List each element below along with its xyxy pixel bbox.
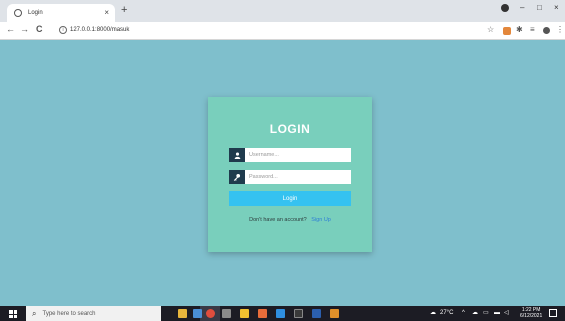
avatar[interactable] bbox=[543, 27, 550, 34]
reload-button[interactable]: C bbox=[36, 25, 43, 34]
username-field bbox=[229, 148, 351, 162]
window-close-button[interactable]: × bbox=[554, 4, 559, 12]
taskbar-clock[interactable]: 1:22 PM 6/12/2021 bbox=[520, 307, 542, 319]
file-explorer-icon[interactable] bbox=[178, 309, 187, 318]
back-button[interactable]: ← bbox=[6, 25, 15, 34]
windows-start-icon[interactable] bbox=[9, 310, 17, 318]
info-icon[interactable]: i bbox=[59, 26, 67, 34]
key-icon bbox=[229, 170, 245, 184]
word-icon[interactable] bbox=[312, 309, 321, 318]
user-icon bbox=[229, 148, 245, 162]
forward-button[interactable]: → bbox=[20, 25, 29, 34]
network-icon[interactable]: ▭ bbox=[483, 310, 489, 316]
notification-icon[interactable] bbox=[549, 309, 557, 317]
cloud-icon[interactable]: ☁ bbox=[472, 310, 478, 316]
weather-icon[interactable]: ☁ bbox=[430, 310, 436, 316]
signup-line: Don't have an account? Sign Up bbox=[208, 217, 372, 223]
tab-title: Login bbox=[28, 10, 43, 16]
taskbar-search[interactable]: ⌕ Type here to search bbox=[26, 306, 161, 321]
maximize-button[interactable]: □ bbox=[537, 4, 542, 12]
speaker-icon[interactable]: ◁ bbox=[504, 310, 509, 316]
browser-tab[interactable]: Login × bbox=[7, 4, 115, 22]
login-title: LOGIN bbox=[269, 122, 311, 136]
login-card: LOGIN Login Don't have an account? Sign … bbox=[208, 97, 372, 252]
windows-taskbar: ⌕ Type here to search ☁ 27°C ^ ☁ ▭ ▬ ◁ 1… bbox=[0, 306, 565, 321]
chevron-up-icon[interactable]: ^ bbox=[462, 310, 465, 316]
browser-tab-strip: Login × + – □ × bbox=[0, 0, 565, 22]
chrome-icon[interactable] bbox=[206, 309, 215, 318]
weather-text[interactable]: 27°C bbox=[440, 310, 453, 316]
login-button[interactable]: Login bbox=[229, 191, 351, 206]
sublime-icon[interactable] bbox=[330, 309, 339, 318]
puzzle-icon[interactable]: ✱ bbox=[516, 26, 523, 34]
page-viewport: LOGIN Login Don't have an account? Sign … bbox=[0, 40, 565, 306]
username-input[interactable] bbox=[245, 148, 351, 162]
battery-icon[interactable]: ▬ bbox=[494, 310, 500, 316]
search-icon: ⌕ bbox=[32, 308, 37, 318]
password-field bbox=[229, 170, 351, 184]
reading-list-icon[interactable]: ≡ bbox=[530, 26, 535, 34]
new-tab-button[interactable]: + bbox=[121, 5, 127, 16]
taskbar-search-input[interactable]: Type here to search bbox=[42, 311, 95, 317]
sticky-notes-icon[interactable] bbox=[240, 309, 249, 318]
address-bar: ← → C i 127.0.0.1:8000/masuk ☆ ✱ ≡ ⋮ bbox=[0, 22, 565, 40]
terminal-icon[interactable] bbox=[294, 309, 303, 318]
url-input[interactable]: 127.0.0.1:8000/masuk bbox=[70, 27, 129, 33]
clock-date: 6/12/2021 bbox=[520, 313, 543, 319]
minimize-button[interactable]: – bbox=[520, 4, 524, 12]
extension-icon[interactable] bbox=[503, 27, 511, 35]
globe-icon bbox=[14, 9, 22, 17]
profile-icon[interactable] bbox=[501, 4, 509, 12]
menu-icon[interactable]: ⋮ bbox=[556, 26, 564, 34]
xampp-icon[interactable] bbox=[258, 309, 267, 318]
signup-link[interactable]: Sign Up bbox=[311, 217, 331, 223]
vscode-icon[interactable] bbox=[276, 309, 285, 318]
tab-close-icon[interactable]: × bbox=[104, 9, 109, 17]
password-input[interactable] bbox=[245, 170, 351, 184]
app-icon[interactable] bbox=[222, 309, 231, 318]
signup-prompt: Don't have an account? bbox=[249, 217, 307, 223]
star-icon[interactable]: ☆ bbox=[487, 26, 494, 34]
store-icon[interactable] bbox=[193, 309, 202, 318]
